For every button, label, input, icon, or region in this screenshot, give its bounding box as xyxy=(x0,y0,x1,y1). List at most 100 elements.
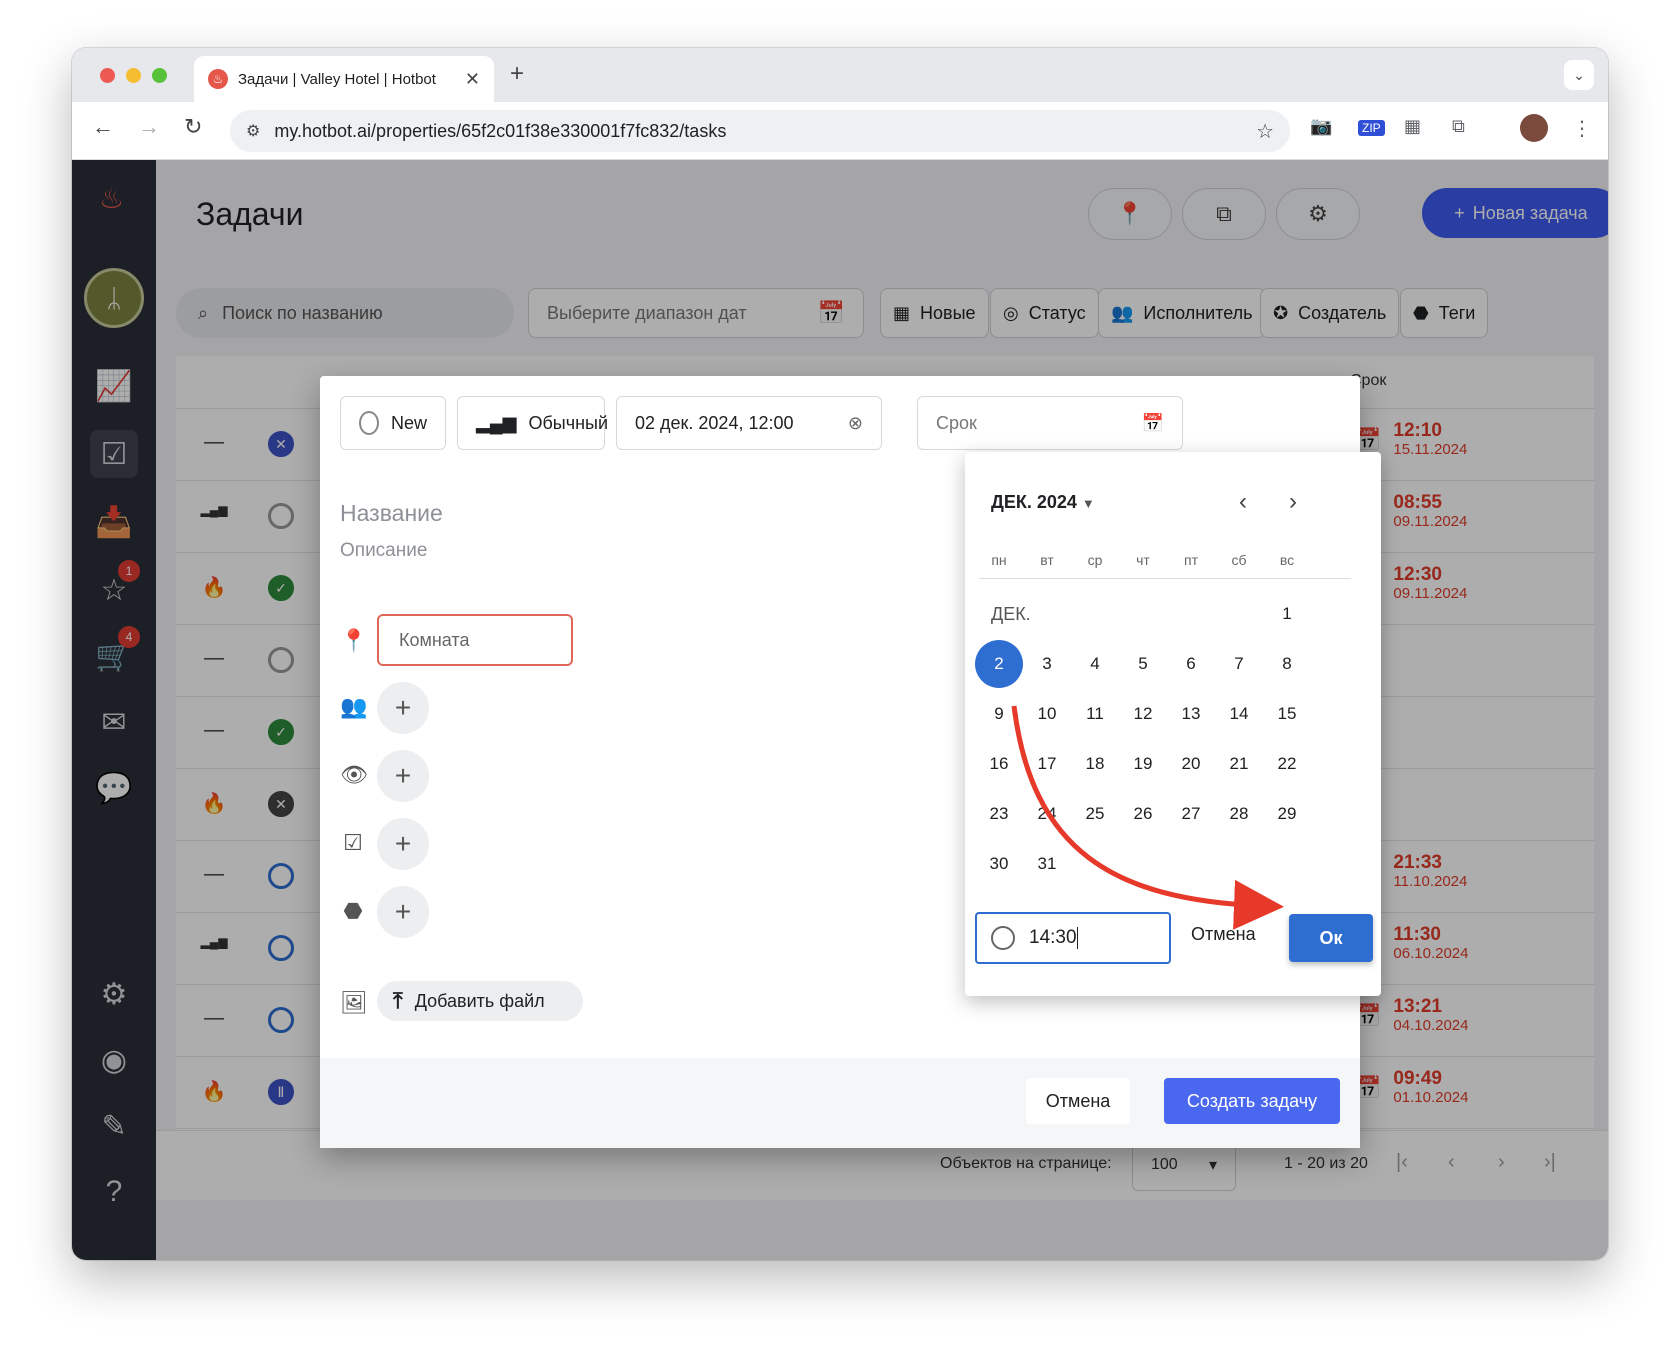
minimize-window-button[interactable] xyxy=(126,68,141,83)
zip-extension-icon[interactable]: ZIP xyxy=(1358,120,1385,136)
time-value: 14:30 xyxy=(1029,927,1077,948)
calendar-day[interactable]: 6 xyxy=(1167,640,1215,688)
camera-extension-icon[interactable]: 📷 xyxy=(1310,116,1332,137)
calendar-day[interactable]: 25 xyxy=(1071,790,1119,838)
dialog-footer: Отмена Создать задачу xyxy=(320,1058,1360,1148)
prev-month-icon[interactable]: ‹ xyxy=(1239,488,1247,516)
add-tag-button[interactable]: + xyxy=(377,886,429,938)
status-circle-icon xyxy=(359,411,379,435)
cancel-button[interactable]: Отмена xyxy=(1026,1078,1130,1124)
calendar-day[interactable]: 30 xyxy=(975,840,1023,888)
month-year-label: ДЕК. 2024 xyxy=(991,492,1077,512)
calendar-cancel-button[interactable]: Отмена xyxy=(1191,924,1256,945)
calendar-day[interactable]: 11 xyxy=(1071,690,1119,738)
new-tab-button[interactable]: + xyxy=(510,60,524,88)
forward-arrow-icon[interactable]: → xyxy=(138,114,160,140)
browser-tab[interactable]: ♨ Задачи | Valley Hotel | Hotbot ✕ xyxy=(194,56,494,102)
calendar-day[interactable]: 7 xyxy=(1215,640,1263,688)
calendar-day[interactable]: 4 xyxy=(1071,640,1119,688)
calendar-day[interactable]: 23 xyxy=(975,790,1023,838)
image-icon: 🖼 xyxy=(340,990,368,1015)
calendar-day[interactable]: 26 xyxy=(1119,790,1167,838)
add-assignee-button[interactable]: + xyxy=(377,682,429,734)
maximize-window-button[interactable] xyxy=(152,68,167,83)
hotbot-app: ♨ ᛦ 📈 ☑ 📥 ☆ 1 🛒 4 ✉ 💬 ⚙ ◉ ✎ ? Задачи 📍 ⧉ ⚙… xyxy=(72,160,1608,1260)
add-watcher-button[interactable]: + xyxy=(377,750,429,802)
attach-file-button[interactable]: ⤒ Добавить файл xyxy=(377,981,583,1021)
calendar-day[interactable]: 13 xyxy=(1167,690,1215,738)
browser-menu-icon[interactable]: ⋮ xyxy=(1572,116,1592,141)
calendar-day[interactable]: 21 xyxy=(1215,740,1263,788)
calendar-ok-button[interactable]: Ок xyxy=(1289,914,1373,962)
month-year-selector[interactable]: ДЕК. 2024 ▼ xyxy=(991,492,1095,513)
tab-list-chevron-icon[interactable]: ⌄ xyxy=(1564,60,1594,90)
calendar-day[interactable]: 9 xyxy=(975,690,1023,738)
tab-bar: ♨ Задачи | Valley Hotel | Hotbot ✕ + ⌄ xyxy=(72,48,1608,102)
browser-window: ♨ Задачи | Valley Hotel | Hotbot ✕ + ⌄ ←… xyxy=(72,48,1608,1260)
calendar-day[interactable]: 19 xyxy=(1119,740,1167,788)
profile-avatar[interactable] xyxy=(1520,114,1548,142)
calendar-day[interactable]: 10 xyxy=(1023,690,1071,738)
close-window-button[interactable] xyxy=(100,68,115,83)
create-task-button[interactable]: Создать задачу xyxy=(1164,1078,1340,1124)
calendar-day[interactable]: 1 xyxy=(1263,590,1311,638)
tag-icon: ⬣ xyxy=(343,898,363,923)
priority-selector[interactable]: ▂▄▆ Обычный xyxy=(457,396,609,450)
time-input[interactable]: 14:30 xyxy=(975,912,1171,964)
calendar-day[interactable]: 28 xyxy=(1215,790,1263,838)
calendar-day[interactable]: 14 xyxy=(1215,690,1263,738)
calendar-day[interactable]: 24 xyxy=(1023,790,1071,838)
start-date-value: 02 дек. 2024, 12:00 xyxy=(635,412,794,433)
address-bar-row: ← → ↻ ⚙ my.hotbot.ai/properties/65f2c01f… xyxy=(72,102,1608,160)
dropdown-arrow-icon: ▼ xyxy=(1081,496,1095,511)
calendar-day[interactable]: 2 xyxy=(975,640,1023,688)
start-date-field[interactable]: 02 дек. 2024, 12:00 ⊗ xyxy=(616,396,882,450)
site-settings-icon[interactable]: ⚙ xyxy=(246,121,260,141)
reload-icon[interactable]: ↻ xyxy=(184,114,202,140)
weekday-label: вс xyxy=(1279,552,1295,568)
due-date-field[interactable]: Срок 📅 xyxy=(917,396,1183,450)
calendar-day[interactable]: 27 xyxy=(1167,790,1215,838)
puzzle-extensions-icon[interactable]: ⧉ xyxy=(1452,116,1465,137)
qr-extension-icon[interactable]: ▦ xyxy=(1404,116,1421,137)
calendar-day[interactable]: 29 xyxy=(1263,790,1311,838)
next-month-icon[interactable]: › xyxy=(1289,488,1297,516)
calendar-day[interactable]: 12 xyxy=(1119,690,1167,738)
new-task-dialog: New ▂▄▆ Обычный 02 дек. 2024, 12:00 ⊗ Срок… xyxy=(320,376,1381,1148)
description-input[interactable]: Описание xyxy=(340,540,427,562)
watchers-eye-icon: 👁 xyxy=(340,762,368,787)
add-checklist-button[interactable]: + xyxy=(377,818,429,870)
tab-close-icon[interactable]: ✕ xyxy=(465,69,480,90)
calendar-day[interactable]: 15 xyxy=(1263,690,1311,738)
weekday-divider xyxy=(979,578,1351,579)
clock-icon xyxy=(991,926,1015,950)
weekday-label: вт xyxy=(1040,552,1054,568)
priority-label: Обычный xyxy=(528,412,609,433)
calendar-day[interactable]: 17 xyxy=(1023,740,1071,788)
calendar-day[interactable]: 8 xyxy=(1263,640,1311,688)
due-placeholder: Срок xyxy=(936,412,977,433)
hotbot-favicon-icon: ♨ xyxy=(208,69,228,89)
attach-label: Добавить файл xyxy=(414,990,545,1011)
calendar-day[interactable]: 22 xyxy=(1263,740,1311,788)
date-picker-popup: ДЕК. 2024 ▼ ‹ › ДЕК. 14:30 Отмена Ок пн в… xyxy=(965,452,1381,996)
upload-icon: ⤒ xyxy=(393,988,403,1013)
clear-icon[interactable]: ⊗ xyxy=(848,413,863,434)
calendar-day[interactable]: 16 xyxy=(975,740,1023,788)
bookmark-star-icon[interactable]: ☆ xyxy=(1256,119,1274,144)
tab-title: Задачи | Valley Hotel | Hotbot xyxy=(238,70,436,88)
calendar-day[interactable]: 18 xyxy=(1071,740,1119,788)
text-cursor xyxy=(1076,927,1078,949)
back-arrow-icon[interactable]: ← xyxy=(92,114,114,140)
calendar-day[interactable]: 5 xyxy=(1119,640,1167,688)
status-selector[interactable]: New xyxy=(340,396,446,450)
weekday-label: ср xyxy=(1087,552,1103,568)
calendar-day[interactable]: 3 xyxy=(1023,640,1071,688)
weekday-label: пн xyxy=(991,552,1007,568)
url-field[interactable]: ⚙ my.hotbot.ai/properties/65f2c01f38e330… xyxy=(230,110,1290,152)
title-input[interactable]: Название xyxy=(340,500,443,527)
room-input[interactable]: Комната xyxy=(377,614,573,666)
calendar-day[interactable]: 31 xyxy=(1023,840,1071,888)
weekday-label: чт xyxy=(1136,552,1150,568)
calendar-day[interactable]: 20 xyxy=(1167,740,1215,788)
